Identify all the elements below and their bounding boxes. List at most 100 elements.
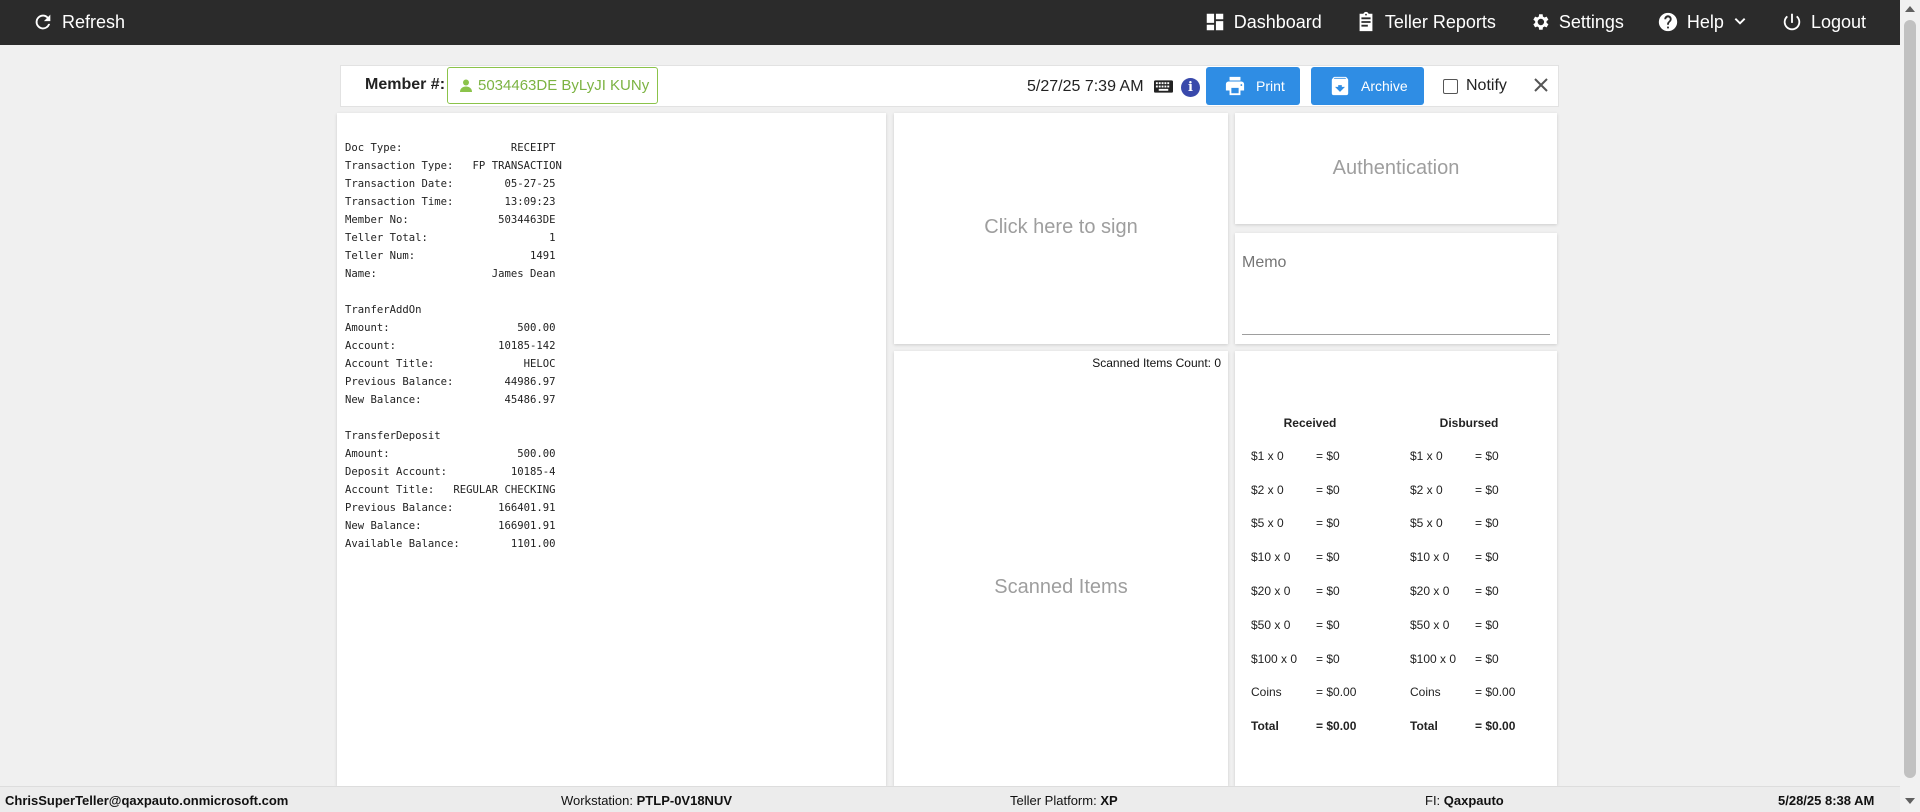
denomination: $5 x 0 xyxy=(1410,516,1443,531)
dashboard-icon xyxy=(1206,13,1223,31)
denomination: $50 x 0 xyxy=(1251,617,1291,632)
receipt-line: New Balance: 45486.97 xyxy=(345,394,556,406)
help-label: Help xyxy=(1686,11,1724,32)
transaction-header: Member #: 5034463DE ByLyJI KUNy 5/27/25 … xyxy=(340,65,1559,107)
gear-icon xyxy=(1533,14,1549,30)
denomination: $1 x 0 xyxy=(1251,448,1284,463)
print-label: Print xyxy=(1256,78,1285,94)
fi-value: Qaxpauto xyxy=(1443,793,1504,808)
denomination-total: = $0.00 xyxy=(1475,719,1516,734)
platform-value: XP xyxy=(1100,793,1118,808)
dashboard-button[interactable]: Dashboard xyxy=(1204,11,1322,33)
receipt-line: Account Title: REGULAR CHECKING xyxy=(345,484,556,496)
memo-input-underline[interactable] xyxy=(1242,334,1550,335)
scroll-down-icon[interactable] xyxy=(1905,798,1915,804)
receipt-line: Member No: 5034463DE xyxy=(345,214,556,226)
platform-label: Teller Platform: xyxy=(1010,793,1097,808)
received-heading: Received xyxy=(1283,416,1337,430)
receipt-line: Deposit Account: 10185-4 xyxy=(345,466,556,478)
denomination-total: = $0 xyxy=(1475,448,1499,463)
denomination-total: = $0 xyxy=(1316,584,1340,599)
receipt-text: Doc Type: RECEIPT Transaction Type: FP TR… xyxy=(345,139,562,553)
denomination: $100 x 0 xyxy=(1251,651,1298,666)
help-menu-button[interactable]: Help xyxy=(1657,11,1748,33)
receipt-line: New Balance: 166901.91 xyxy=(345,520,556,532)
receipt-line: Transaction Date: 05-27-25 xyxy=(345,178,556,190)
receipt-panel: Doc Type: RECEIPT Transaction Type: FP TR… xyxy=(337,113,886,786)
status-footer: ChrisSuperTeller@qaxpauto.onmicrosoft.co… xyxy=(0,786,1900,812)
archive-button[interactable]: Archive xyxy=(1311,67,1424,105)
member-value: 5034463DE ByLyJI KUNy xyxy=(478,77,650,94)
receipt-line: Account Title: HELOC xyxy=(345,358,556,370)
receipt-line: Name: James Dean xyxy=(345,268,556,280)
refresh-label: Refresh xyxy=(62,11,126,32)
vertical-scrollbar[interactable] xyxy=(1900,0,1920,812)
teller-reports-button[interactable]: Teller Reports xyxy=(1355,11,1496,33)
denomination-total: = $0.00 xyxy=(1316,719,1357,734)
denomination: $10 x 0 xyxy=(1410,550,1450,565)
disbursed-row: $5 x 0 = $0 xyxy=(1410,507,1528,541)
disbursed-row: $10 x 0 = $0 xyxy=(1410,540,1528,574)
disbursed-row: $2 x 0 = $0 xyxy=(1410,473,1528,507)
receipt-line: Amount: 500.00 xyxy=(345,322,556,334)
archive-label: Archive xyxy=(1361,78,1408,94)
receipt-line: Amount: 500.00 xyxy=(345,448,556,460)
signature-placeholder: Click here to sign xyxy=(984,216,1138,238)
disbursed-row: $50 x 0 = $0 xyxy=(1410,608,1528,642)
logout-label: Logout xyxy=(1810,11,1866,32)
member-label: Member #: xyxy=(365,76,446,93)
dashboard-label: Dashboard xyxy=(1233,11,1322,32)
scanned-items-count: Scanned Items Count: 0 xyxy=(1092,356,1221,370)
archive-icon xyxy=(1331,76,1349,96)
refresh-icon xyxy=(35,14,51,30)
received-row: $50 x 0 = $0 xyxy=(1251,608,1369,642)
disbursed-row: $20 x 0 = $0 xyxy=(1410,574,1528,608)
denomination-total: = $0.00 xyxy=(1316,685,1357,700)
member-chip[interactable]: 5034463DE ByLyJI KUNy xyxy=(447,67,658,104)
cash-summary-panel: Received $1 x 0 = $0 $2 x 0 = $0 $5 x 0 = $0 $… xyxy=(1235,351,1557,786)
received-row: $10 x 0 = $0 xyxy=(1251,540,1369,574)
receipt-line: Account: 10185-142 xyxy=(345,340,556,352)
info-icon[interactable]: i xyxy=(1181,78,1200,97)
notify-checkbox[interactable] xyxy=(1443,78,1458,94)
receipt-line: Teller Num: 1491 xyxy=(345,250,556,262)
denomination: $100 x 0 xyxy=(1410,651,1457,666)
fi-label: FI: xyxy=(1425,793,1441,808)
memo-panel[interactable]: Memo xyxy=(1235,233,1557,344)
scrollbar-thumb[interactable] xyxy=(1904,20,1916,778)
footer-workstation: Workstation: PTLP-0V18NUV xyxy=(561,793,732,808)
help-icon xyxy=(1658,12,1678,32)
scroll-up-icon[interactable] xyxy=(1905,6,1915,12)
received-column: Received $1 x 0 = $0 $2 x 0 = $0 $5 x 0 = $0 $… xyxy=(1251,416,1369,743)
denomination-total: = $0 xyxy=(1316,550,1340,565)
disbursed-row: $1 x 0 = $0 xyxy=(1410,439,1528,473)
teller-reports-label: Teller Reports xyxy=(1384,11,1496,32)
disbursed-column: Disbursed $1 x 0 = $0 $2 x 0 = $0 $5 x 0 = $0… xyxy=(1410,416,1528,743)
denomination: $20 x 0 xyxy=(1251,584,1291,599)
denomination-total: = $0 xyxy=(1316,482,1340,497)
denomination: $10 x 0 xyxy=(1251,550,1291,565)
denomination: $20 x 0 xyxy=(1410,584,1450,599)
disbursed-heading: Disbursed xyxy=(1439,416,1499,430)
person-icon xyxy=(460,79,472,92)
keyboard-icon[interactable] xyxy=(1154,80,1173,93)
denomination-total: = $0 xyxy=(1475,482,1499,497)
denomination-total: = $0.00 xyxy=(1475,685,1516,700)
denomination: $2 x 0 xyxy=(1251,482,1284,497)
signature-panel[interactable]: Click here to sign xyxy=(894,113,1228,344)
denomination: Coins xyxy=(1251,685,1282,700)
receipt-line xyxy=(345,283,562,301)
logout-button[interactable]: Logout xyxy=(1781,11,1866,33)
disbursed-row: Coins = $0.00 xyxy=(1410,676,1528,710)
refresh-button[interactable]: Refresh xyxy=(32,11,125,33)
authentication-panel[interactable]: Authentication xyxy=(1235,113,1557,224)
received-row: $1 x 0 = $0 xyxy=(1251,439,1369,473)
notify-toggle[interactable]: Notify xyxy=(1443,77,1507,95)
received-row: $5 x 0 = $0 xyxy=(1251,507,1369,541)
transaction-datetime: 5/27/25 7:39 AM xyxy=(1027,78,1144,95)
settings-button[interactable]: Settings xyxy=(1529,11,1624,33)
print-button[interactable]: Print xyxy=(1206,67,1300,105)
denomination-total: = $0 xyxy=(1316,516,1340,531)
close-icon[interactable] xyxy=(1531,75,1551,95)
denomination-total: = $0 xyxy=(1475,617,1499,632)
